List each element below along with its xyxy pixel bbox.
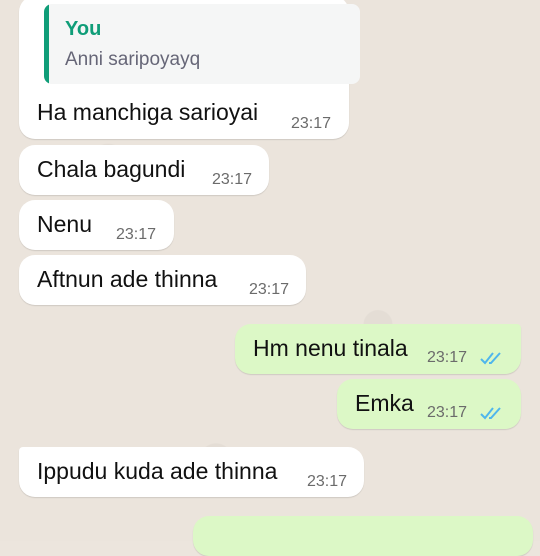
outgoing-message-bubble[interactable]: Hm nenu tinala 23:17	[235, 324, 521, 374]
message-text: Emka	[355, 390, 414, 416]
quoted-message[interactable]: You Anni saripoyayq	[44, 4, 360, 84]
message-time: 23:17	[212, 171, 253, 188]
outgoing-message-bubble[interactable]	[193, 516, 533, 556]
message-time: 23:17	[249, 281, 290, 298]
read-double-check-icon	[480, 407, 501, 420]
outgoing-message-bubble[interactable]: Emka 23:17	[337, 379, 521, 429]
quote-accent-bar	[44, 4, 49, 84]
message-time: 23:17	[427, 404, 468, 421]
message-text: Ha manchiga sarioyai	[37, 99, 259, 125]
message-time: 23:17	[291, 115, 332, 132]
message-text: Nenu	[37, 211, 92, 237]
message-time: 23:17	[116, 226, 157, 243]
quoted-text: Anni saripoyayq	[65, 49, 201, 70]
incoming-message-bubble[interactable]: Chala bagundi 23:17	[19, 145, 269, 195]
incoming-message-bubble[interactable]: Nenu 23:17	[19, 200, 174, 250]
incoming-message-bubble[interactable]: Ippudu kuda ade thinna 23:17	[19, 447, 364, 497]
message-text: Ippudu kuda ade thinna	[37, 458, 278, 484]
message-time: 23:17	[427, 349, 468, 366]
incoming-message-bubble[interactable]: Aftnun ade thinna 23:17	[19, 255, 306, 305]
message-time: 23:17	[307, 473, 348, 490]
message-text: Chala bagundi	[37, 156, 186, 182]
quoted-author: You	[65, 18, 102, 40]
message-text: Aftnun ade thinna	[37, 266, 218, 292]
incoming-message-bubble[interactable]: You Anni saripoyayq Ha manchiga sarioyai…	[19, 0, 360, 139]
message-text: Hm nenu tinala	[253, 335, 408, 361]
read-double-check-icon	[480, 352, 501, 365]
